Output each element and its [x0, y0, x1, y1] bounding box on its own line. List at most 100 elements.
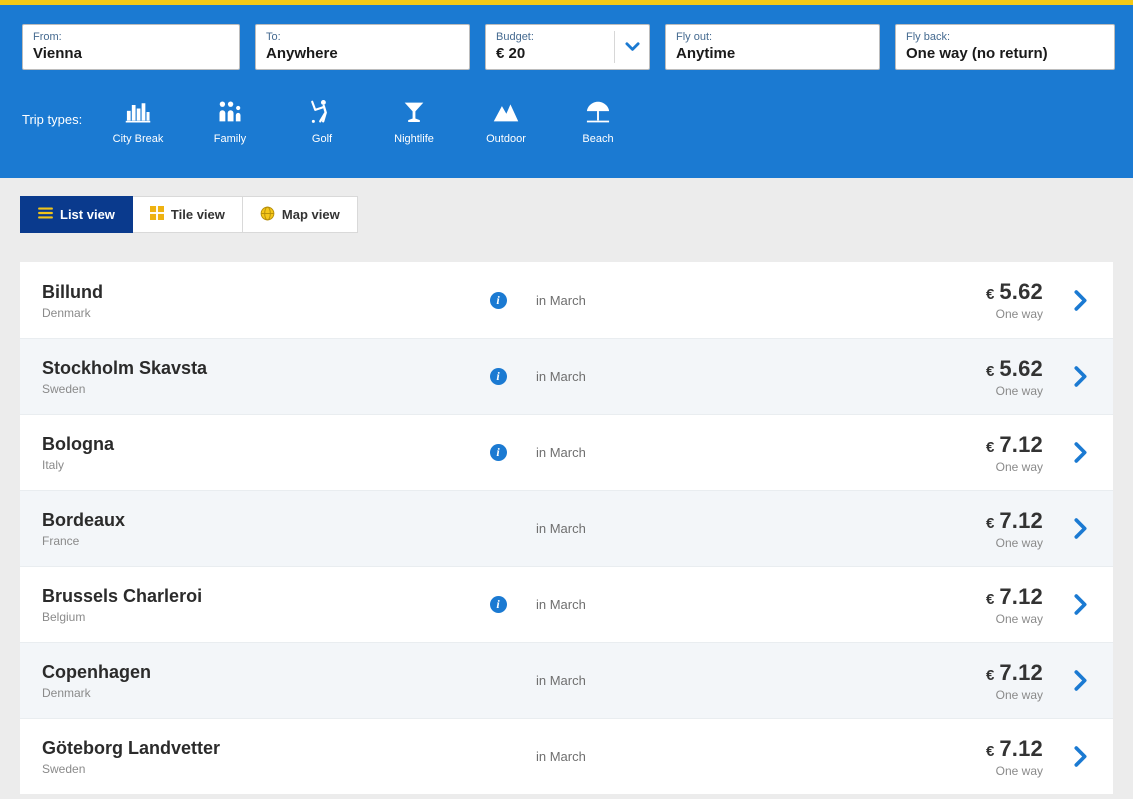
- chevron-right-icon[interactable]: [1043, 518, 1091, 539]
- tab-tile-view[interactable]: Tile view: [132, 196, 243, 233]
- result-row-copenhagen[interactable]: Copenhagen Denmark in March € 7.12 One w…: [20, 642, 1113, 718]
- trip-types-row: Trip types: City Break Family Golf Night…: [22, 94, 1115, 145]
- trip-type-outdoor[interactable]: Outdoor: [460, 94, 552, 145]
- tab-list-view[interactable]: List view: [20, 196, 133, 233]
- price-value: 5.62: [999, 355, 1043, 381]
- trip-type-label: City Break: [112, 133, 164, 145]
- destination: Billund Denmark: [42, 281, 478, 320]
- destination-country: Sweden: [42, 762, 86, 776]
- golf-icon: [308, 96, 336, 126]
- fare-type: One way: [995, 687, 1043, 702]
- beach-umbrella-icon: [584, 96, 612, 126]
- tab-map-view[interactable]: Map view: [242, 196, 358, 233]
- result-row-billund[interactable]: Billund Denmark i in March € 5.62 One wa…: [20, 262, 1113, 338]
- chevron-right-icon[interactable]: [1043, 442, 1091, 463]
- price-block: € 7.12 One way: [986, 432, 1043, 474]
- price-value: 7.12: [999, 735, 1043, 761]
- currency-symbol: €: [986, 666, 995, 684]
- price-value: 7.12: [999, 659, 1043, 685]
- info-icon[interactable]: i: [489, 596, 507, 613]
- price-value: 7.12: [999, 431, 1043, 457]
- fare-type: One way: [995, 459, 1043, 474]
- from-label: From:: [33, 31, 62, 43]
- fare-type: One way: [995, 763, 1043, 778]
- trip-type-golf[interactable]: Golf: [276, 94, 368, 145]
- travel-month: in March: [536, 597, 586, 612]
- travel-month: in March: [536, 369, 586, 384]
- trip-type-label: Golf: [311, 133, 333, 145]
- chevron-right-icon[interactable]: [1043, 746, 1091, 767]
- from-field[interactable]: From: Vienna: [22, 24, 240, 70]
- trip-type-beach[interactable]: Beach: [552, 94, 644, 145]
- result-row-bologna[interactable]: Bologna Italy i in March € 7.12 One way: [20, 414, 1113, 490]
- trip-type-city-break[interactable]: City Break: [92, 94, 184, 145]
- outdoor-icon: [492, 96, 520, 126]
- info-icon[interactable]: i: [489, 444, 507, 461]
- currency-symbol: €: [986, 514, 995, 532]
- city-break-icon: [124, 96, 152, 126]
- currency-symbol: €: [986, 590, 995, 608]
- price-block: € 7.12 One way: [986, 584, 1043, 626]
- destination: Brussels Charleroi Belgium: [42, 585, 478, 624]
- to-value: Anywhere: [266, 45, 338, 62]
- to-field[interactable]: To: Anywhere: [255, 24, 470, 70]
- fly-back-field[interactable]: Fly back: One way (no return): [895, 24, 1115, 70]
- fare-type: One way: [995, 307, 1043, 321]
- trip-type-label: Family: [213, 133, 247, 145]
- price-value: 7.12: [999, 583, 1043, 609]
- destination-country: Italy: [42, 458, 65, 472]
- destination-city: Göteborg Landvetter: [42, 738, 221, 758]
- price-block: € 5.62 One way: [986, 279, 1043, 321]
- chevron-right-icon[interactable]: [1043, 366, 1091, 387]
- price-block: € 7.12 One way: [986, 508, 1043, 550]
- from-value: Vienna: [33, 45, 82, 62]
- trip-type-nightlife[interactable]: Nightlife: [368, 94, 460, 145]
- search-form: From: Vienna To: Anywhere Budget: € 20 F…: [22, 24, 1115, 70]
- destination-country: France: [42, 534, 80, 548]
- budget-label: Budget:: [496, 31, 534, 43]
- destination-city: Brussels Charleroi: [42, 586, 203, 606]
- trip-types-label: Trip types:: [22, 112, 83, 127]
- destination-city: Bologna: [42, 434, 114, 454]
- result-row-stockholm-skavsta[interactable]: Stockholm Skavsta Sweden i in March € 5.…: [20, 338, 1113, 414]
- chevron-right-icon[interactable]: [1043, 670, 1091, 691]
- result-row-goteborg-landvetter[interactable]: Göteborg Landvetter Sweden in March € 7.…: [20, 718, 1113, 794]
- fly-out-label: Fly out:: [676, 31, 713, 43]
- travel-month: in March: [536, 292, 586, 308]
- result-row-brussels-charleroi[interactable]: Brussels Charleroi Belgium i in March € …: [20, 566, 1113, 642]
- trip-type-list: City Break Family Golf Nightlife Outdoor…: [92, 94, 644, 145]
- info-icon[interactable]: i: [489, 291, 507, 309]
- currency-symbol: €: [986, 286, 995, 303]
- currency-symbol: €: [986, 742, 995, 760]
- budget-main: Budget: € 20: [486, 25, 614, 69]
- chevron-right-icon[interactable]: [1043, 289, 1091, 311]
- destination-country: Denmark: [42, 686, 91, 700]
- price-block: € 7.12 One way: [986, 736, 1043, 778]
- list-icon: [38, 207, 53, 222]
- tile-icon: [149, 206, 164, 223]
- result-row-bordeaux[interactable]: Bordeaux France in March € 7.12 One way: [20, 490, 1113, 566]
- price-block: € 7.12 One way: [986, 660, 1043, 702]
- chevron-right-icon[interactable]: [1043, 594, 1091, 615]
- family-icon: [216, 96, 244, 126]
- destination-city: Bordeaux: [42, 510, 126, 530]
- fly-out-value: Anytime: [676, 45, 736, 62]
- tab-label: Tile view: [170, 207, 225, 222]
- info-icon[interactable]: i: [489, 368, 507, 385]
- price-value: 7.12: [999, 507, 1043, 533]
- travel-month: in March: [536, 521, 586, 536]
- chevron-down-icon[interactable]: [615, 25, 649, 69]
- budget-value: € 20: [496, 45, 526, 62]
- budget-field[interactable]: Budget: € 20: [485, 24, 650, 70]
- destination-city: Billund: [42, 281, 103, 302]
- tab-label: Map view: [281, 207, 340, 222]
- travel-month: in March: [536, 749, 586, 764]
- price-block: € 5.62 One way: [986, 356, 1043, 398]
- search-header: From: Vienna To: Anywhere Budget: € 20 F…: [0, 0, 1133, 178]
- destination: Copenhagen Denmark: [42, 661, 478, 700]
- trip-type-label: Outdoor: [486, 133, 526, 145]
- fare-type: One way: [995, 611, 1043, 626]
- fly-out-field[interactable]: Fly out: Anytime: [665, 24, 880, 70]
- destination-country: Denmark: [42, 305, 91, 320]
- trip-type-family[interactable]: Family: [184, 94, 276, 145]
